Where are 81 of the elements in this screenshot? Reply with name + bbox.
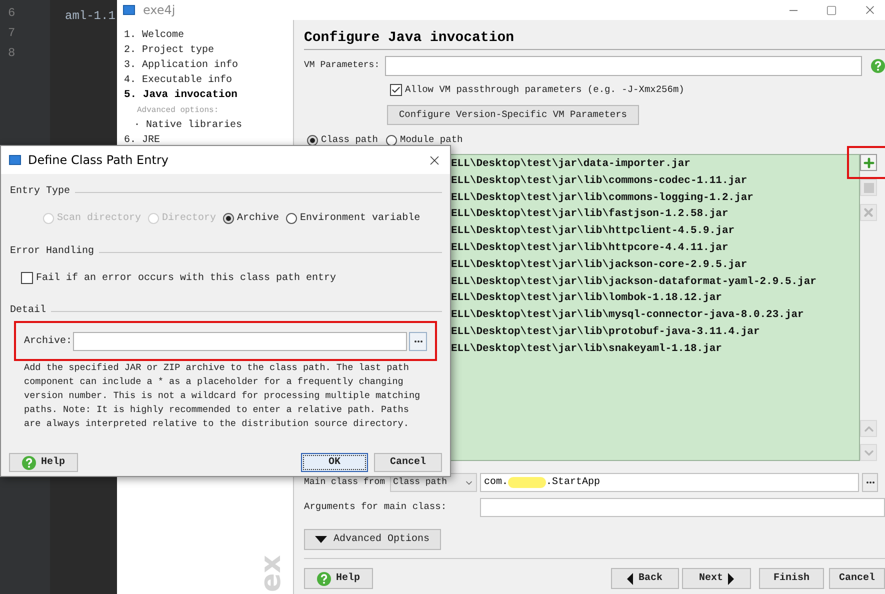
step-item[interactable]: 4. Executable info (117, 73, 293, 88)
code-text: aml-1.1 (65, 9, 116, 23)
main-class-field[interactable]: com. .StartApp (480, 473, 859, 492)
help-icon (871, 59, 885, 73)
ellipsis-icon (414, 340, 422, 343)
step-item[interactable]: 3. Application info (117, 58, 293, 73)
browse-button[interactable] (862, 473, 878, 492)
step-item[interactable]: 1. Welcome (117, 28, 293, 43)
remove-icon (862, 206, 875, 219)
class-path-entry[interactable]: ELL\Desktop\test\jar\lib\fastjson-1.2.58.jar (451, 206, 859, 224)
class-path-entry[interactable]: ELL\Desktop\test\jar\lib\jackson-core-2.9.5.jar (451, 256, 859, 274)
left-triangle-icon (627, 572, 634, 584)
field-label: Arguments for main class: (304, 500, 448, 514)
browse-button[interactable] (409, 332, 427, 351)
checkbox[interactable] (390, 84, 402, 96)
next-button[interactable]: Next (682, 568, 751, 589)
dialog-title: Define Class Path Entry (28, 152, 168, 169)
class-path-entry[interactable]: ELL\Desktop\test\jar\lib\jackson-dataformat-yaml-2.9.5.jar (451, 274, 859, 290)
help-button[interactable]: Help (304, 568, 373, 589)
field-label: Archive: (24, 334, 73, 349)
arguments-field[interactable] (480, 498, 885, 517)
step-item[interactable]: 6. JRE (117, 133, 293, 148)
step-item[interactable]: 2. Project type (117, 43, 293, 58)
group-label: Error Handling (10, 246, 94, 258)
page-heading: Configure Java invocation (304, 29, 885, 50)
checkbox[interactable] (21, 272, 33, 284)
step-item[interactable]: 5. Java invocation (117, 88, 293, 103)
radio-button[interactable] (286, 212, 298, 224)
radio-label: Scan directory (57, 212, 142, 226)
radio-label: Directory (162, 212, 216, 226)
dialog-button[interactable]: Cancel (829, 568, 885, 589)
archive-field[interactable] (73, 332, 407, 351)
radio-label: Module path (400, 132, 463, 147)
line-number: 6 (7, 5, 16, 22)
app-icon (9, 155, 21, 165)
dialog-button[interactable]: Cancel (374, 453, 442, 472)
radio-label: Environment variable (300, 212, 420, 226)
add-button[interactable] (860, 154, 877, 171)
class-path-entry[interactable]: ELL\Desktop\test\jar\lib\protobuf-java-3.11.4.jar (451, 324, 859, 341)
radio-label: Class path (321, 132, 378, 147)
right-triangle-icon (728, 572, 734, 584)
dialog-button[interactable]: OK (301, 453, 368, 472)
class-path-entry[interactable]: ELL\Desktop\test\jar\lib\commons-codec-1.11.jar (451, 172, 859, 190)
window-title: exe4j (143, 2, 176, 19)
class-path-entry[interactable]: ELL\Desktop\test\jar\data-importer.jar (451, 156, 859, 173)
class-path-entry[interactable]: ELL\Desktop\test\jar\lib\mysql-connector-java-8.0.23.jar (451, 307, 859, 324)
line-number: 8 (7, 45, 16, 62)
class-path-entry[interactable]: ELL\Desktop\test\jar\lib\lombok-1.18.12.jar (451, 290, 859, 308)
app-icon (123, 5, 135, 15)
group-label: Entry Type (10, 186, 70, 198)
group-label: Detail (10, 305, 46, 317)
radio-button[interactable] (307, 134, 318, 146)
radio-button[interactable] (223, 212, 234, 224)
redaction-mark (508, 477, 546, 488)
down-triangle-icon (315, 536, 328, 543)
step-item[interactable]: · Native libraries (117, 118, 293, 133)
steps-heading: Advanced options: (136, 105, 220, 117)
vm-parameters-field[interactable] (385, 56, 862, 76)
dialog-button[interactable]: Finish (759, 568, 824, 589)
field-label: Main class from (304, 476, 386, 489)
class-path-entry[interactable]: ELL\Desktop\test\jar\lib\snakeyaml-1.18.jar (451, 340, 859, 358)
help-icon (22, 456, 36, 470)
line-number: 7 (7, 25, 16, 42)
radio-button[interactable] (386, 134, 398, 146)
help-button[interactable]: Help (9, 453, 78, 472)
class-path-entry[interactable]: ELL\Desktop\test\jar\lib\httpclient-4.5.9.jar (451, 223, 859, 240)
help-icon (316, 572, 331, 586)
checkbox-label: Fail if an error occurs with this class path entry (36, 272, 336, 286)
field-label: VM Parameters: (304, 59, 381, 72)
back-button[interactable]: Back (611, 568, 679, 589)
square-icon (864, 182, 874, 192)
plus-icon (862, 156, 876, 170)
maximize-icon[interactable] (826, 4, 837, 16)
version-parameters-button[interactable]: Configure Version-Specific VM Parameters (387, 105, 639, 125)
archive-description: Add the specified JAR or ZIP archive to the class path. The last path component can include a * as a placeholder for a frequently changing version number. This is not a wildcard for processing multiple matching paths. Note: It is highly recommended to enter a relative path. Paths are always interpreted relative to the distribution source directory. (24, 361, 422, 431)
radio-label: Archive (237, 212, 280, 226)
ellipsis-icon (866, 481, 874, 484)
checkbox-label: Allow VM passthrough parameters (e.g. -J-Xmx256m) (405, 82, 684, 97)
advanced-options-button[interactable]: Advanced Options (304, 529, 441, 550)
class-path-entry[interactable]: ELL\Desktop\test\jar\lib\httpcore-4.4.11.jar (451, 240, 859, 257)
class-path-entry[interactable]: ELL\Desktop\test\jar\lib\commons-logging-1.2.jar (451, 190, 859, 206)
